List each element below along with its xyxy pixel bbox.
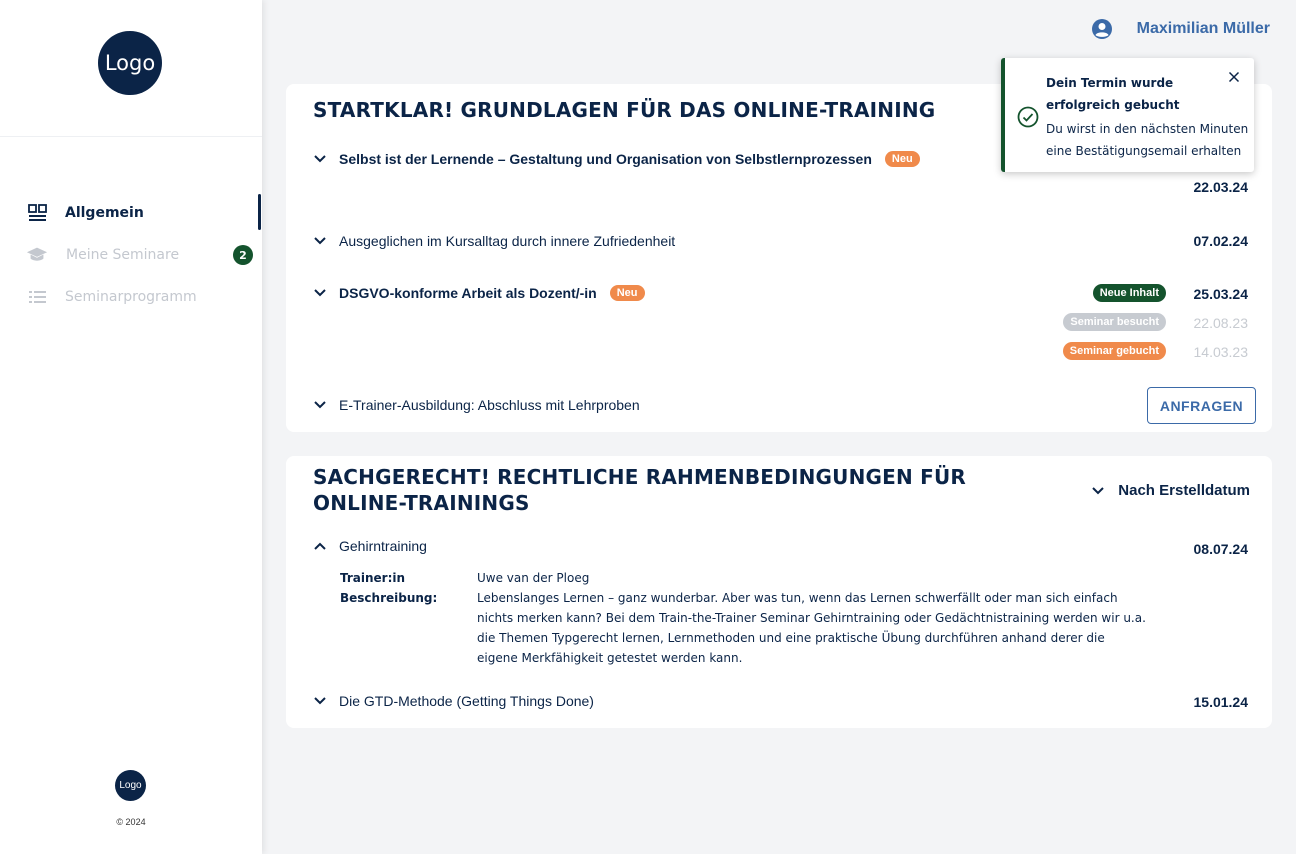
- seminar-title: Selbst ist der Lernende – Gestaltung und…: [339, 151, 872, 167]
- sidebar-divider: [0, 136, 262, 137]
- status-badge: Seminar gebucht: [1062, 342, 1166, 360]
- sidebar-item-label: Allgemein: [65, 205, 144, 221]
- user-circle-icon: [1091, 18, 1113, 40]
- status-date: 25.03.24: [1193, 286, 1249, 302]
- section-title: STARTKLAR! GRUNDLAGEN FÜR DAS ONLINE-TRA…: [313, 98, 936, 122]
- success-toast: Dein Termin wurde erfolgreich gebucht Du…: [1001, 58, 1254, 172]
- seminar-row[interactable]: Die GTD-Methode (Getting Things Done): [314, 691, 1248, 711]
- sidebar-item-seminarprogramm[interactable]: Seminarprogramm: [0, 276, 262, 318]
- seminar-title: DSGVO-konforme Arbeit als Dozent/-in: [339, 285, 597, 301]
- sort-label: Nach Erstelldatum: [1118, 482, 1250, 499]
- sidebar-item-label: Meine Seminare: [66, 247, 180, 263]
- toast-message: Du wirst in den nächsten Minuten eine Be…: [1046, 122, 1249, 158]
- sidebar-item-allgemein[interactable]: Allgemein: [0, 192, 262, 234]
- seminar-row[interactable]: E-Trainer-Ausbildung: Abschluss mit Lehr…: [314, 395, 1248, 415]
- seminar-title: Die GTD-Methode (Getting Things Done): [339, 693, 594, 709]
- description-text: Lebenslanges Lernen – ganz wunderbar. Ab…: [477, 591, 1146, 665]
- check-circle-icon: [1017, 106, 1039, 128]
- active-indicator: [258, 194, 261, 230]
- description-label: Beschreibung:: [340, 591, 438, 605]
- section-title: SACHGERECHT! RECHTLICHE RAHMENBEDINGUNGE…: [313, 465, 967, 515]
- footer-logo: Logo: [115, 770, 146, 801]
- footer-logo-text: Logo: [119, 780, 142, 791]
- status-date: 14.03.23: [1193, 344, 1249, 360]
- seminar-date: 07.02.24: [1193, 233, 1249, 249]
- user-menu[interactable]: Maximilian Müller: [1091, 18, 1270, 40]
- seminar-title: E-Trainer-Ausbildung: Abschluss mit Lehr…: [339, 397, 640, 413]
- new-badge: Neu: [884, 151, 920, 167]
- chevron-down-icon: [314, 235, 326, 247]
- new-badge: Neu: [609, 285, 645, 301]
- status-badge: Seminar besucht: [1063, 313, 1166, 331]
- chevron-up-icon: [314, 540, 326, 552]
- seminar-title: Ausgeglichen im Kursalltag durch innere …: [339, 233, 676, 249]
- chevron-down-icon: [314, 287, 326, 299]
- seminar-row[interactable]: Gehirntraining: [314, 536, 1248, 556]
- close-icon[interactable]: [1228, 70, 1240, 83]
- sidebar-nav: Allgemein Meine Seminare 2 Seminarprogra…: [0, 192, 262, 318]
- seminar-row[interactable]: Ausgeglichen im Kursalltag durch innere …: [314, 231, 1248, 251]
- request-button[interactable]: ANFRAGEN: [1147, 387, 1256, 424]
- seminar-date: 15.01.24: [1193, 694, 1249, 710]
- seminar-date: 22.03.24: [1193, 179, 1249, 195]
- sidebar: Logo Allgemein Meine Seminare 2 Seminarp…: [0, 0, 262, 854]
- toast-title: Dein Termin wurde erfolgreich gebucht: [1046, 76, 1180, 112]
- status-badge: Neue Inhalt: [1092, 284, 1166, 302]
- sort-dropdown[interactable]: Nach Erstelldatum: [1092, 482, 1250, 499]
- status-date: 22.08.23: [1193, 315, 1249, 331]
- dashboard-icon: [27, 202, 49, 224]
- graduation-cap-icon: [26, 244, 48, 266]
- seminar-title: Gehirntraining: [339, 538, 427, 554]
- list-icon: [27, 286, 49, 308]
- sidebar-item-label: Seminarprogramm: [65, 289, 197, 305]
- user-name: Maximilian Müller: [1136, 20, 1270, 37]
- chevron-down-icon: [314, 695, 326, 707]
- chevron-down-icon: [1092, 485, 1104, 497]
- trainer-name: Uwe van der Ploeg: [477, 571, 590, 585]
- chevron-down-icon: [314, 399, 326, 411]
- seminar-date: 08.07.24: [1193, 541, 1249, 557]
- logo[interactable]: Logo: [98, 31, 162, 95]
- logo-text: Logo: [104, 51, 156, 75]
- section-card-sachgerecht: SACHGERECHT! RECHTLICHE RAHMENBEDINGUNGE…: [286, 456, 1272, 728]
- sidebar-item-meine-seminare[interactable]: Meine Seminare 2: [0, 234, 262, 276]
- chevron-down-icon: [314, 153, 326, 165]
- trainer-label: Trainer:in: [340, 571, 406, 585]
- count-badge: 2: [233, 245, 253, 265]
- copyright: © 2024: [116, 817, 146, 827]
